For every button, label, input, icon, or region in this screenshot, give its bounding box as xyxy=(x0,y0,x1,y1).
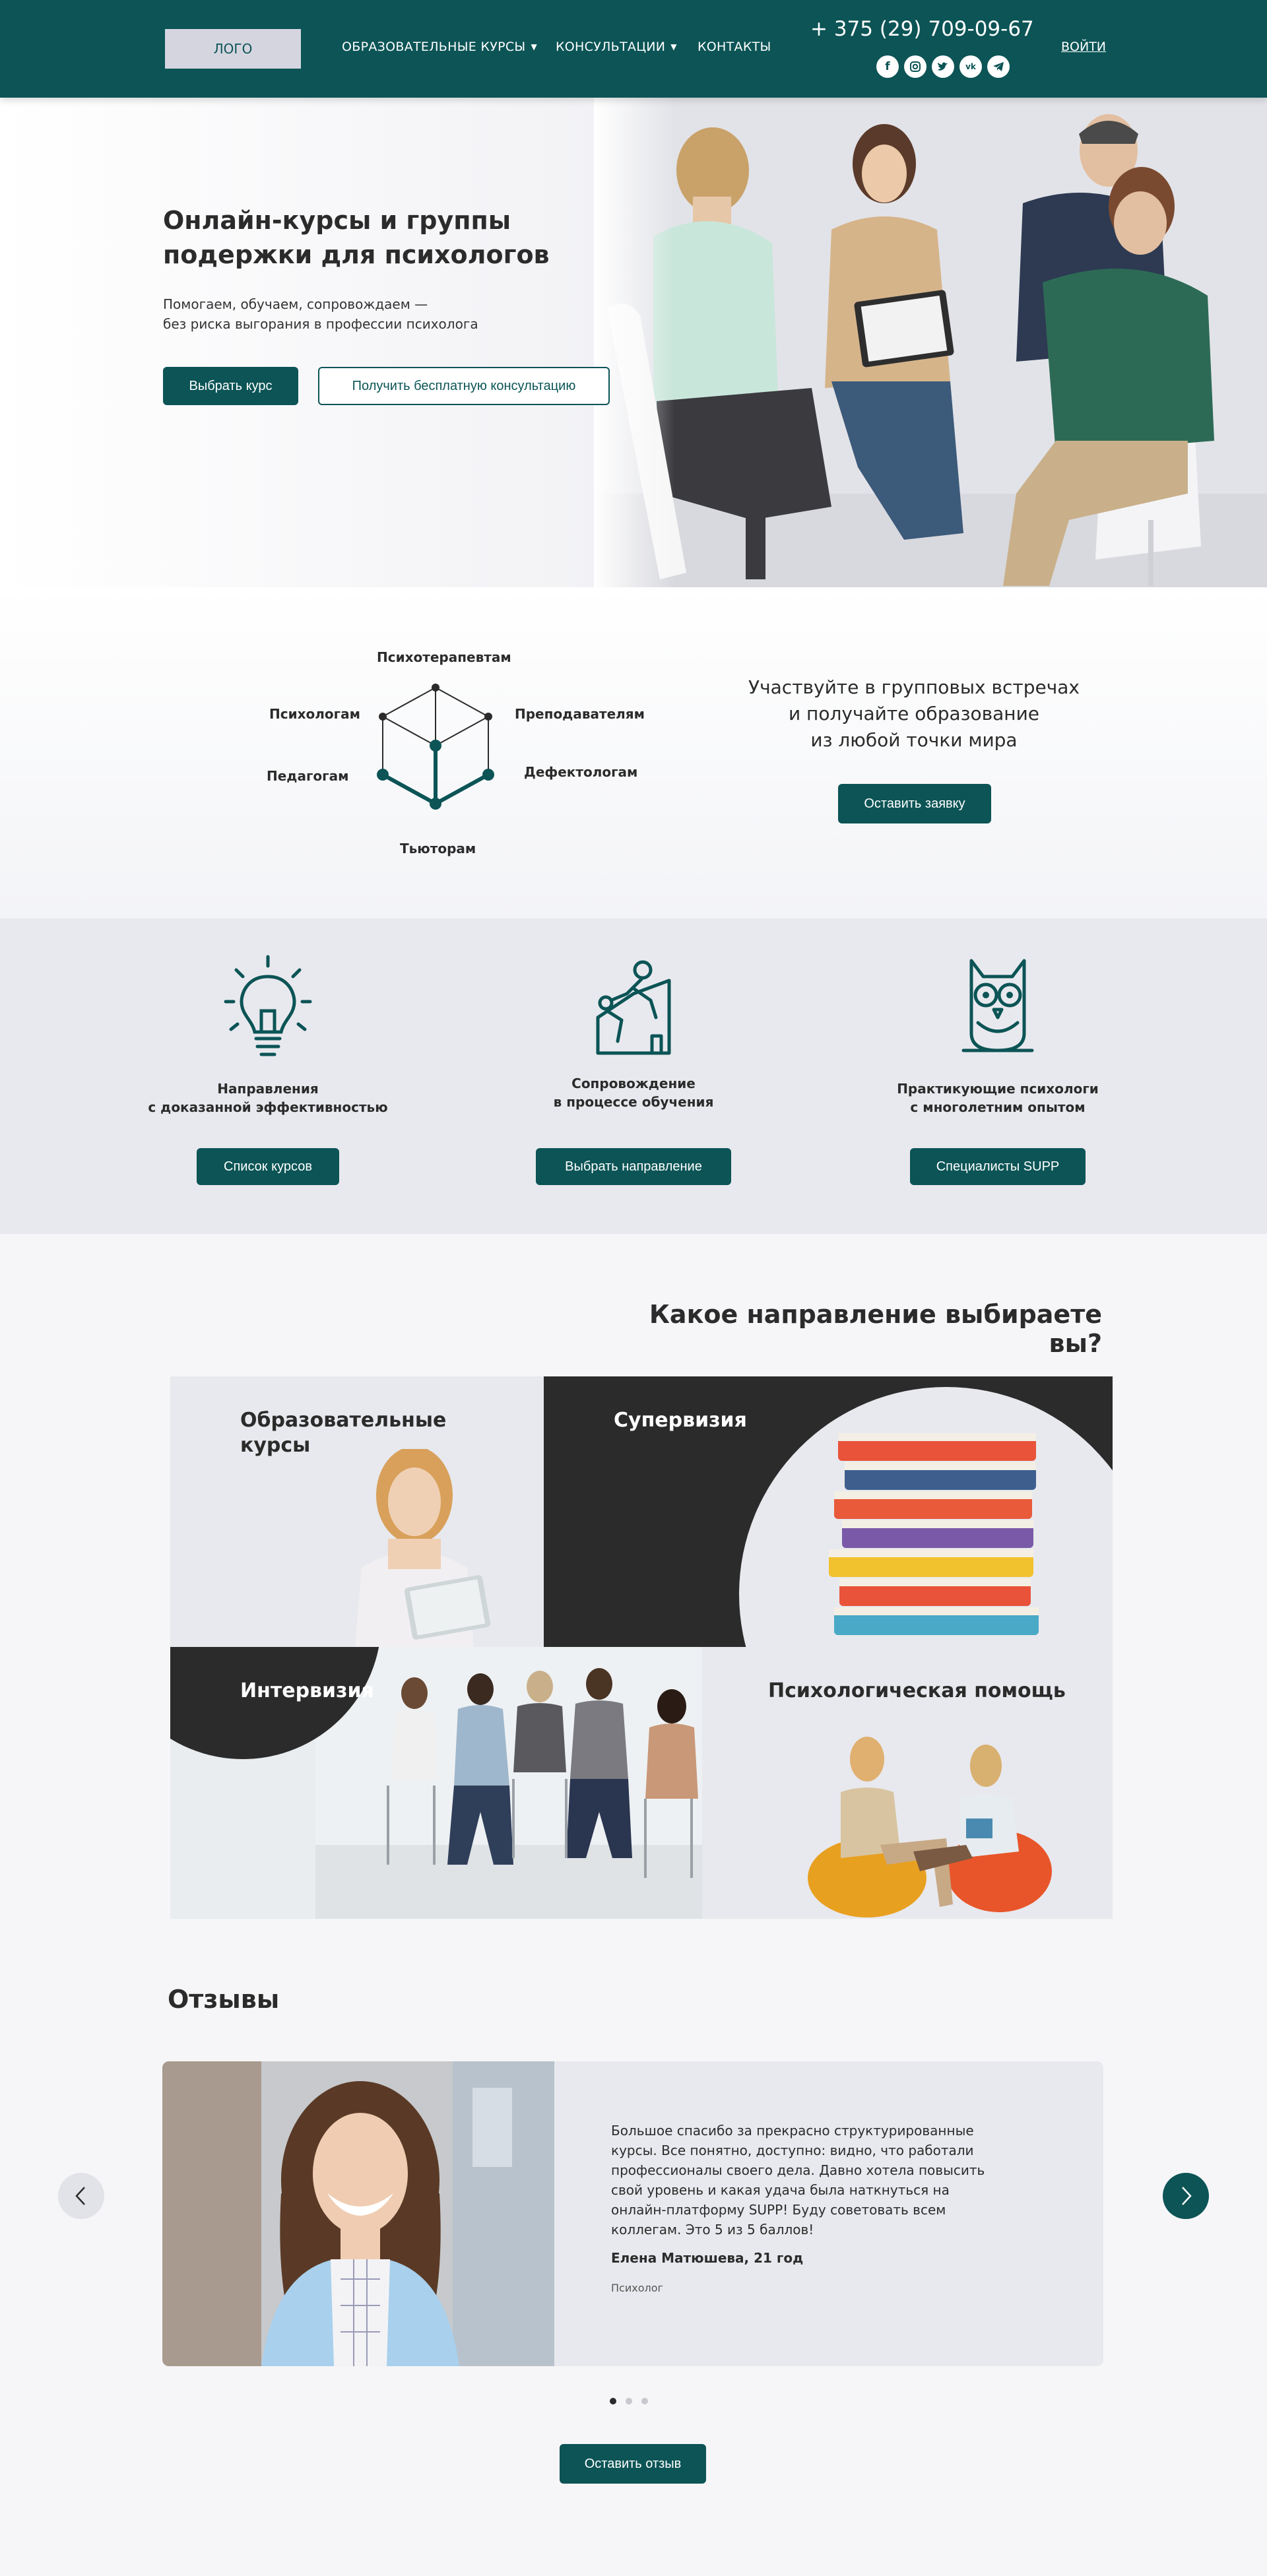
tile-label-line: Образовательные xyxy=(240,1409,447,1432)
twitter-icon[interactable] xyxy=(932,55,954,78)
nav-item-contacts[interactable]: КОНТАКТЫ xyxy=(698,40,771,54)
audience-label-defectologists: Дефектологам xyxy=(524,764,638,780)
audience-text-line: и получайте образование xyxy=(788,703,1040,724)
review-text: Большое спасибо за прекрасно структуриро… xyxy=(611,2123,985,2238)
pagination-dot[interactable] xyxy=(641,2398,648,2404)
directions-grid: Образовательные курсы Супервизия Интерви… xyxy=(170,1376,1113,1919)
tile-label-line: Интервизия xyxy=(240,1679,374,1702)
features-section: Направления с доказанной эффективностью … xyxy=(0,918,1267,1234)
audience-label-psychologists: Психологам xyxy=(269,706,360,722)
social-links: f vk xyxy=(876,55,1010,78)
feature-card: Направления с доказанной эффективностью … xyxy=(129,918,406,1234)
tile-educational-courses[interactable]: Образовательные курсы xyxy=(170,1376,544,1647)
leave-request-button[interactable]: Оставить заявку xyxy=(838,784,991,823)
caret-down-icon: ▼ xyxy=(670,42,677,51)
audience-text: Участвуйте в групповых встречах и получа… xyxy=(726,674,1102,754)
vk-icon[interactable]: vk xyxy=(959,55,982,78)
phone-number[interactable]: + 375 (29) 709-09-67 xyxy=(810,17,1034,41)
reviewer-name: Елена Матюшева, 21 год xyxy=(611,2250,804,2266)
tile-label: Интервизия xyxy=(240,1679,374,1704)
feature-title-line: с доказанной эффективностью xyxy=(148,1099,388,1115)
reviews-title: Отзывы xyxy=(168,1985,280,2014)
audience-label-educators: Педагогам xyxy=(267,768,349,784)
choose-course-button[interactable]: Выбрать курс xyxy=(163,367,298,405)
audience-label-teachers: Преподавателям xyxy=(515,706,645,722)
feature-title: Направления с доказанной эффективностью xyxy=(129,1079,406,1116)
nav-item-label: КОНТАКТЫ xyxy=(698,40,771,54)
climbing-support-icon xyxy=(596,960,671,1055)
directions-title: Какое направление выбираете вы? xyxy=(649,1300,1102,1358)
hero-title: Онлайн-курсы и группы подержки для психо… xyxy=(163,206,550,269)
review-pagination xyxy=(610,2398,648,2404)
feature-title: Сопровождение в процессе обучения xyxy=(495,1074,772,1111)
lightbulb-icon xyxy=(224,955,312,1056)
nav-item-label: КОНСУЛЬТАЦИИ xyxy=(556,40,666,54)
audience-text-line: Участвуйте в групповых встречах xyxy=(748,676,1080,698)
feature-card: Сопровождение в процессе обучения Выбрат… xyxy=(495,918,772,1234)
course-list-button[interactable]: Список курсов xyxy=(197,1148,339,1185)
login-link[interactable]: ВОЙТИ xyxy=(1061,40,1106,54)
audience-label-psychotherapists: Психотерапевтам xyxy=(377,649,511,665)
reviewer-photo xyxy=(162,2061,554,2366)
tile-label-line: Психологическая помощь xyxy=(768,1679,1066,1702)
feature-title: Практикующие психологи с многолетним опы… xyxy=(859,1079,1136,1116)
nav-item-courses[interactable]: ОБРАЗОВАТЕЛЬНЫЕ КУРСЫ ▼ xyxy=(342,40,537,54)
hero-subtitle-line: без риска выгорания в профессии психолог… xyxy=(163,316,478,332)
feature-title-line: Направления xyxy=(217,1081,319,1097)
telegram-icon[interactable] xyxy=(987,55,1010,78)
previous-review-button[interactable] xyxy=(58,2173,104,2219)
hero-subtitle: Помогаем, обучаем, сопровождаем — без ри… xyxy=(163,294,506,334)
audience-section: Психотерапевтам Психологам Преподавателя… xyxy=(0,587,1267,918)
woman-with-clipboard-photo xyxy=(355,1449,491,1647)
free-consultation-button[interactable]: Получить бесплатную консультацию xyxy=(318,367,610,405)
chevron-left-icon xyxy=(75,2187,85,2205)
feature-card: Практикующие психологи с многолетним опы… xyxy=(859,918,1136,1234)
instagram-icon[interactable] xyxy=(904,55,926,78)
nav-item-label: ОБРАЗОВАТЕЛЬНЫЕ КУРСЫ xyxy=(342,40,526,54)
next-review-button[interactable] xyxy=(1163,2173,1209,2219)
tile-label: Образовательные курсы xyxy=(240,1408,446,1458)
audience-cube-icon xyxy=(377,684,494,810)
feature-title-line: в процессе обучения xyxy=(553,1094,714,1110)
hero-section: Онлайн-курсы и группы подержки для психо… xyxy=(0,98,1267,587)
leave-review-button[interactable]: Оставить отзыв xyxy=(560,2444,706,2484)
reviewer-role: Психолог xyxy=(611,2282,663,2294)
review-card: Большое спасибо за прекрасно структуриро… xyxy=(162,2061,1103,2366)
logo[interactable]: ЛОГО xyxy=(165,29,301,69)
choose-direction-button[interactable]: Выбрать направление xyxy=(536,1148,731,1185)
feature-title-line: Практикующие психологи xyxy=(897,1081,1099,1097)
feature-title-line: Сопровождение xyxy=(571,1076,696,1091)
caret-down-icon: ▼ xyxy=(531,42,538,51)
facebook-icon[interactable]: f xyxy=(876,55,899,78)
pagination-dot[interactable] xyxy=(626,2398,632,2404)
beanbag-conversation-photo xyxy=(808,1737,1052,1917)
owl-icon xyxy=(961,959,1034,1052)
site-header: ЛОГО ОБРАЗОВАТЕЛЬНЫЕ КУРСЫ ▼ КОНСУЛЬТАЦИИ… xyxy=(0,0,1267,98)
audience-label-tutors: Тьюторам xyxy=(400,841,476,856)
hero-group-therapy-photo xyxy=(594,98,1267,587)
pagination-dot[interactable] xyxy=(610,2398,616,2404)
tile-label: Психологическая помощь xyxy=(768,1679,1066,1704)
tile-label: Супервизия xyxy=(614,1408,747,1433)
tile-supervision[interactable]: Супервизия xyxy=(544,1376,1113,1647)
tile-label-line: Супервизия xyxy=(614,1409,747,1432)
hero-subtitle-line: Помогаем, обучаем, сопровождаем — xyxy=(163,296,428,312)
tile-intervision[interactable]: Интервизия xyxy=(170,1647,702,1919)
tile-psychological-help[interactable]: Психологическая помощь xyxy=(702,1647,1113,1919)
chevron-right-icon xyxy=(1182,2187,1192,2205)
audience-text-line: из любой точки мира xyxy=(810,729,1018,751)
feature-title-line: с многолетним опытом xyxy=(910,1099,1086,1115)
specialists-button[interactable]: Специалисты SUPP xyxy=(910,1148,1086,1185)
nav-item-consultations[interactable]: КОНСУЛЬТАЦИИ ▼ xyxy=(556,40,677,54)
tile-label-line: курсы xyxy=(240,1434,311,1457)
